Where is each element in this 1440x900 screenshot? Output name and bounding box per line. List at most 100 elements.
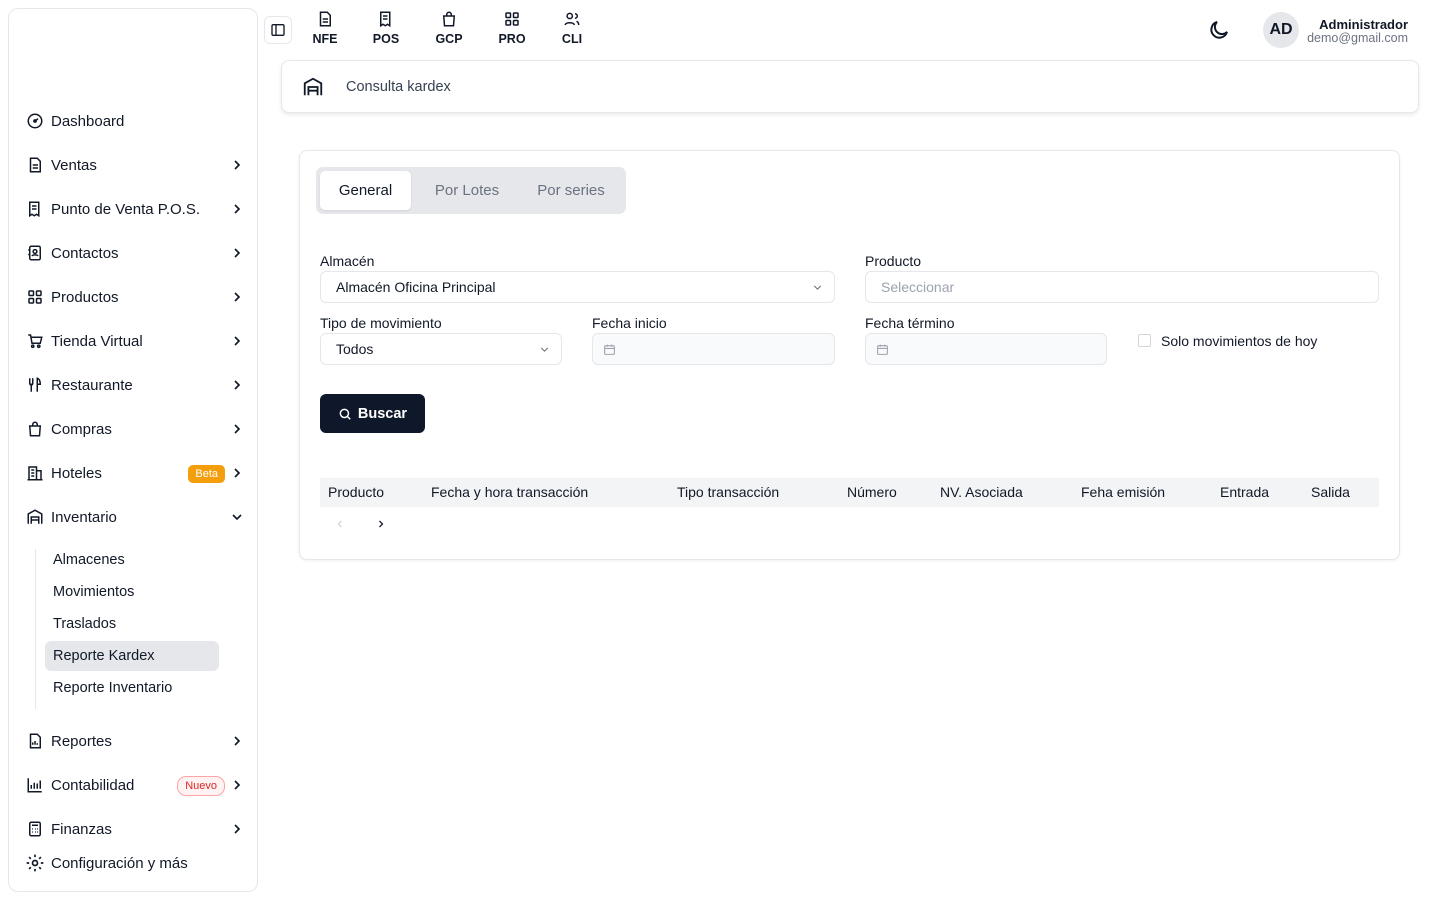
tipo-movimiento-label: Tipo de movimiento	[320, 315, 442, 331]
producto-select[interactable]: Seleccionar	[865, 271, 1379, 303]
almacen-select-value: Almacén Oficina Principal	[336, 279, 496, 295]
chevron-right-icon	[234, 780, 241, 790]
sidebar-item-dashboard[interactable]: Dashboard	[9, 103, 257, 139]
almacen-label: Almacén	[320, 253, 375, 269]
user-email: demo@gmail.com	[1307, 31, 1408, 45]
pagination-next-button[interactable]	[372, 515, 390, 533]
sidebar-item-compras[interactable]: Compras	[9, 411, 257, 447]
sidebar-item-label: Compras	[51, 420, 112, 438]
sidebar-item-label: Configuración y más	[51, 854, 188, 872]
report-icon	[25, 731, 45, 751]
sidebar-item-configuracion[interactable]: Configuración y más	[9, 845, 257, 881]
chevron-right-icon	[234, 248, 241, 258]
submenu-item-traslados[interactable]: Traslados	[45, 609, 219, 639]
chevron-right-icon	[234, 160, 241, 170]
th-producto: Producto	[328, 484, 385, 500]
user-name: Administrador	[1319, 17, 1408, 32]
tab-general[interactable]: General	[320, 171, 411, 210]
logo-area	[9, 9, 257, 101]
sidebar-item-label: Tienda Virtual	[51, 332, 143, 350]
producto-placeholder: Seleccionar	[881, 279, 955, 295]
bag-icon	[25, 419, 45, 439]
almacen-select[interactable]: Almacén Oficina Principal	[320, 271, 835, 303]
th-numero: Número	[847, 484, 897, 500]
sidebar-item-label: Dashboard	[51, 112, 125, 130]
tipo-movimiento-value: Todos	[336, 341, 374, 357]
fecha-inicio-input[interactable]	[592, 333, 835, 365]
sidebar-item-finanzas[interactable]: Finanzas	[9, 811, 257, 847]
hotel-icon	[25, 463, 45, 483]
topnav-label: POS	[372, 32, 400, 46]
sidebar-item-pos[interactable]: Punto de Venta P.O.S.	[9, 191, 257, 227]
chevron-right-icon	[234, 424, 241, 434]
calendar-icon	[877, 344, 888, 355]
users-icon	[564, 12, 580, 26]
fecha-termino-input[interactable]	[865, 333, 1107, 365]
chevron-right-icon	[234, 204, 241, 214]
sidebar-item-contabilidad[interactable]: Contabilidad Nuevo	[9, 767, 257, 803]
sidebar-item-tienda-virtual[interactable]: Tienda Virtual	[9, 323, 257, 359]
utensils-icon	[25, 375, 45, 395]
chevron-left-icon	[337, 520, 342, 528]
chart-icon	[25, 775, 45, 795]
page-title: Consulta kardex	[346, 78, 451, 95]
dark-mode-toggle-icon[interactable]	[1207, 18, 1231, 42]
th-fecha-hora: Fecha y hora transacción	[431, 484, 589, 500]
th-fecha-emision: Feha emisión	[1081, 484, 1166, 500]
sidebar-item-productos[interactable]: Productos	[9, 279, 257, 315]
topnav-label: NFE	[312, 32, 338, 46]
submenu-item-movimientos[interactable]: Movimientos	[45, 577, 219, 607]
gear-icon	[25, 853, 45, 873]
topnav-cli[interactable]: CLI	[550, 10, 594, 46]
sidebar-toggle-button[interactable]	[264, 16, 292, 44]
chevron-down-icon	[232, 514, 242, 521]
th-entrada: Entrada	[1220, 484, 1270, 500]
tab-por-series[interactable]: Por series	[523, 171, 619, 210]
sidebar-item-restaurante[interactable]: Restaurante	[9, 367, 257, 403]
topnav-nfe[interactable]: NFE	[303, 10, 347, 46]
sidebar-item-label: Punto de Venta P.O.S.	[51, 200, 201, 218]
document-icon	[319, 11, 331, 27]
sidebar-item-ventas[interactable]: Ventas	[9, 147, 257, 183]
chevron-down-icon	[813, 285, 822, 290]
new-badge: Nuevo	[177, 776, 225, 796]
solo-hoy-checkbox[interactable]	[1138, 334, 1151, 347]
submenu-item-reporte-inventario[interactable]: Reporte Inventario	[45, 673, 219, 703]
sidebar-item-label: Ventas	[51, 156, 97, 174]
sidebar-item-label: Contabilidad	[51, 776, 135, 794]
contacts-icon	[25, 243, 45, 263]
topnav-pos[interactable]: POS	[364, 10, 408, 46]
tab-por-lotes[interactable]: Por Lotes	[422, 171, 512, 210]
submenu-item-almacenes[interactable]: Almacenes	[45, 545, 219, 575]
chevron-right-icon	[234, 736, 241, 746]
bag-icon	[442, 11, 456, 27]
sidebar-item-contactos[interactable]: Contactos	[9, 235, 257, 271]
sidebar-item-label: Reportes	[51, 732, 112, 750]
topnav-pro[interactable]: PRO	[490, 10, 534, 46]
submenu-item-reporte-kardex[interactable]: Reporte Kardex	[45, 641, 219, 671]
pagination-prev-button[interactable]	[331, 515, 349, 533]
sidebar-item-hoteles[interactable]: Hoteles Beta	[9, 455, 257, 491]
tipo-movimiento-select[interactable]: Todos	[320, 333, 562, 365]
sidebar-item-inventario[interactable]: Inventario	[9, 499, 257, 535]
search-icon	[339, 408, 351, 420]
buscar-button[interactable]: Buscar	[320, 394, 425, 433]
tab-bar: General Por Lotes Por series	[316, 167, 626, 214]
topnav-gcp[interactable]: GCP	[427, 10, 471, 46]
cart-icon	[25, 331, 45, 351]
kardex-card: General Por Lotes Por series Almacén Alm…	[299, 150, 1400, 560]
sidebar-item-reportes[interactable]: Reportes	[9, 723, 257, 759]
avatar[interactable]: AD	[1263, 12, 1299, 48]
solo-hoy-label: Solo movimientos de hoy	[1161, 333, 1318, 349]
topnav-label: PRO	[498, 32, 526, 46]
chevron-right-icon	[379, 520, 384, 528]
document-icon	[25, 155, 45, 175]
chevron-down-icon	[540, 347, 549, 352]
sidebar: Dashboard Ventas Punto de Venta P.O.S. C…	[8, 8, 258, 892]
calculator-icon	[25, 819, 45, 839]
breadcrumb: Consulta kardex	[281, 60, 1419, 113]
grid-icon	[505, 12, 519, 26]
sidebar-item-label: Hoteles	[51, 464, 102, 482]
th-tipo-transaccion: Tipo transacción	[677, 484, 780, 500]
gauge-icon	[25, 111, 45, 131]
